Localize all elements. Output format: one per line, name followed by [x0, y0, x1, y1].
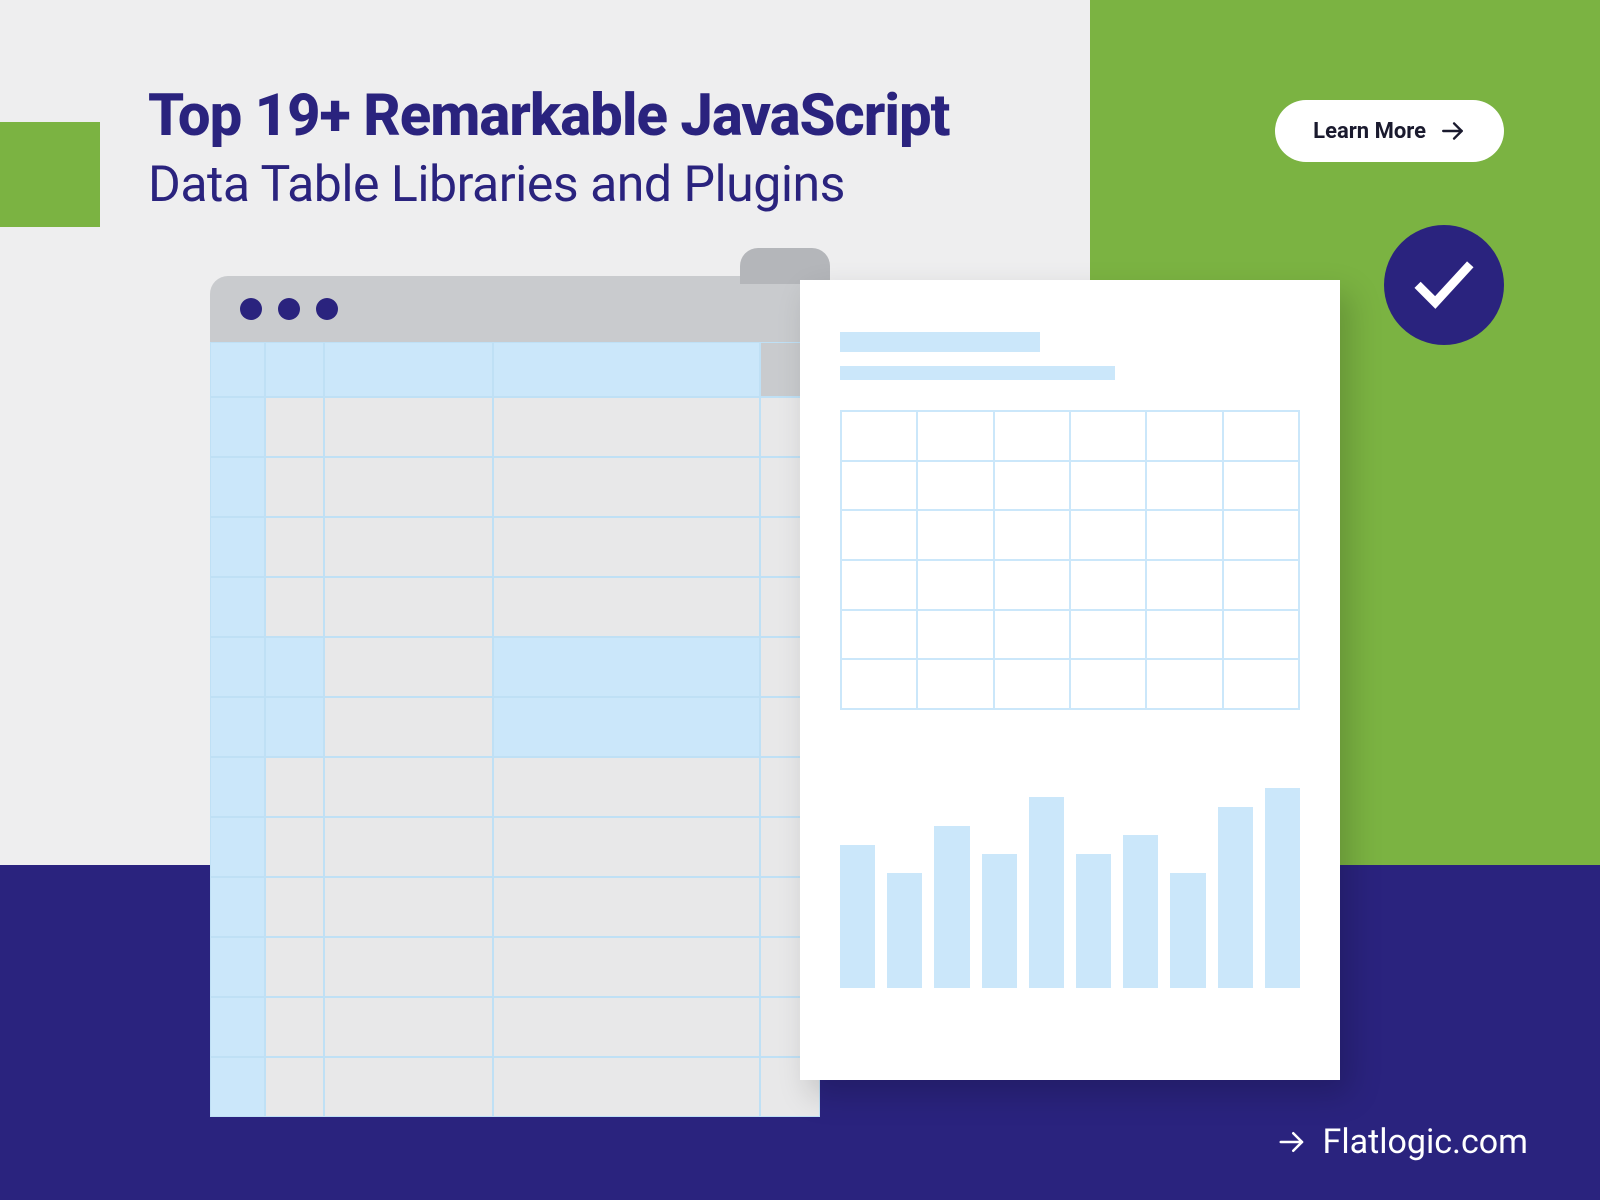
chart-bar — [887, 873, 922, 988]
doc-text-placeholder — [840, 332, 1040, 352]
chart-bar — [1123, 835, 1158, 988]
chart-bar — [1218, 807, 1253, 988]
check-badge — [1384, 225, 1504, 345]
window-dot-icon — [316, 298, 338, 320]
chart-bar — [982, 854, 1017, 988]
doc-tab — [740, 248, 830, 284]
chart-bar — [1076, 854, 1111, 988]
chart-bar — [1170, 873, 1205, 988]
title-block: Top 19+ Remarkable JavaScript Data Table… — [148, 82, 949, 214]
window-dot-icon — [240, 298, 262, 320]
title-line2: Data Table Libraries and Plugins — [148, 156, 949, 214]
chart-bar — [1029, 797, 1064, 988]
chart-bar — [934, 826, 969, 988]
chart-bar — [840, 845, 875, 988]
doc-bar-chart — [840, 778, 1300, 988]
spreadsheet-illustration — [210, 342, 820, 1116]
brand-link[interactable]: Flatlogic.com — [1277, 1122, 1528, 1162]
brand-label: Flatlogic.com — [1323, 1122, 1528, 1162]
doc-table-grid — [840, 410, 1300, 710]
window-dot-icon — [278, 298, 300, 320]
browser-titlebar — [210, 276, 820, 342]
bg-green-left — [0, 122, 100, 227]
browser-window — [210, 276, 820, 1116]
title-line1: Top 19+ Remarkable JavaScript — [148, 82, 949, 150]
chart-bar — [1265, 788, 1300, 988]
arrow-right-icon — [1440, 118, 1466, 144]
check-icon — [1409, 250, 1479, 320]
arrow-right-icon — [1277, 1127, 1307, 1157]
learn-more-button[interactable]: Learn More — [1275, 100, 1504, 162]
doc-text-placeholder — [840, 366, 1115, 380]
document-preview — [800, 280, 1340, 1080]
learn-more-label: Learn More — [1313, 119, 1426, 144]
